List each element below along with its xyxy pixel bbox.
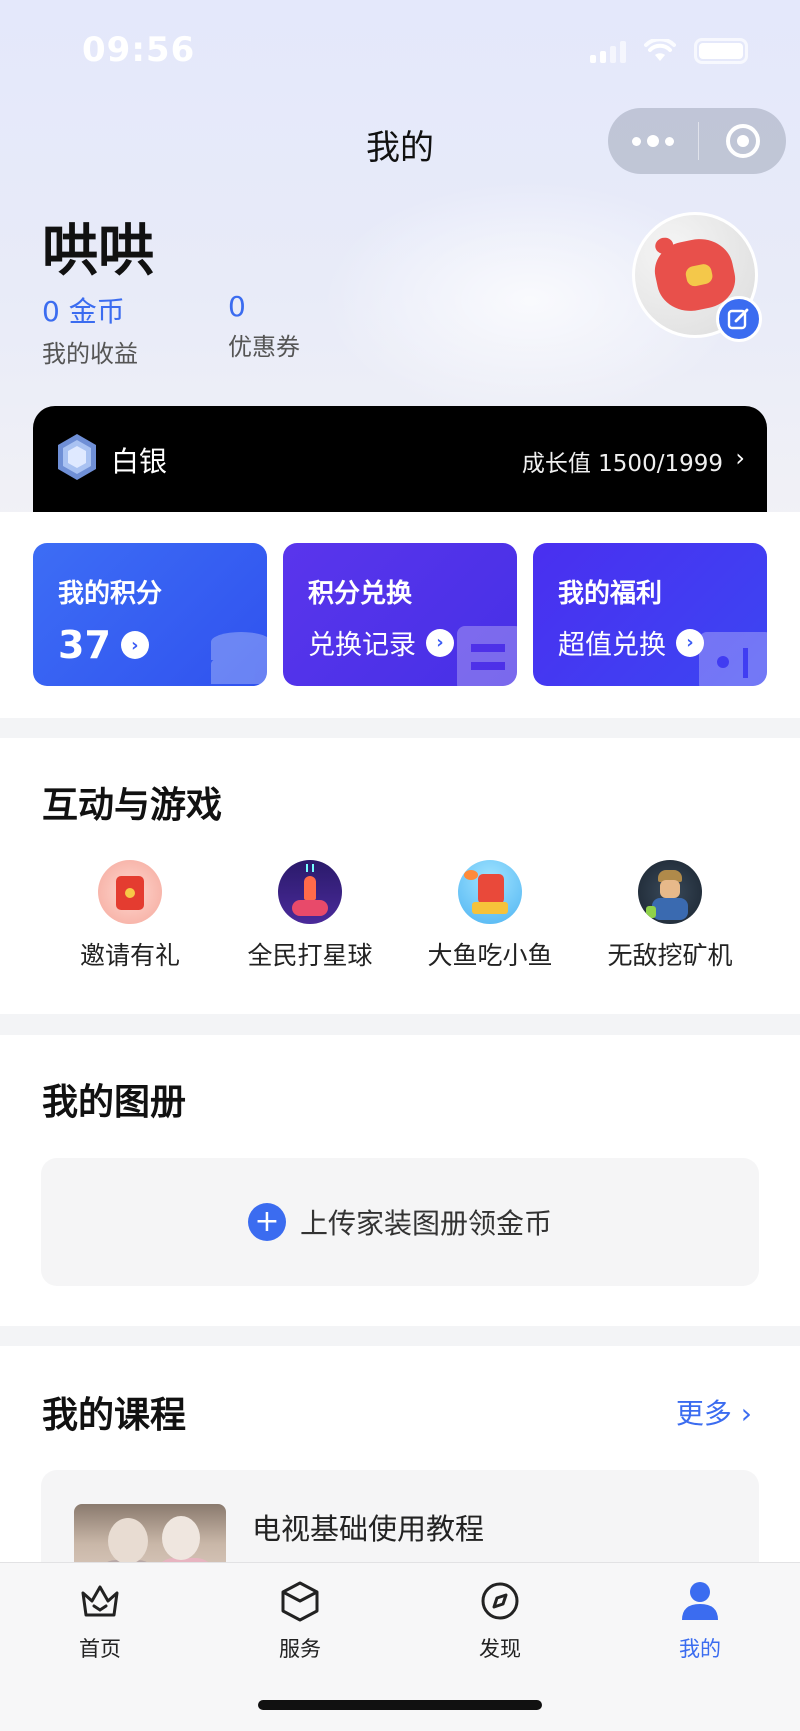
- game-name: 大鱼吃小鱼: [427, 941, 553, 970]
- tab-service[interactable]: 服务: [240, 1577, 360, 1663]
- card-title: 我的福利: [558, 579, 663, 609]
- coupon-icon: [699, 632, 767, 686]
- tab-label: 服务: [279, 1637, 321, 1661]
- chevron-circle-icon: ›: [426, 628, 454, 657]
- chevron-right-icon: ›: [735, 444, 745, 472]
- coupons-stat[interactable]: 0 优惠券: [228, 290, 300, 362]
- upload-label: 上传家装图册领金币: [299, 1207, 552, 1240]
- silver-badge-icon: [58, 434, 96, 480]
- album-section: 我的图册 + 上传家装图册领金币: [0, 1035, 800, 1326]
- earnings-stat[interactable]: 0 金币 我的收益: [42, 290, 138, 369]
- coins-label: 我的收益: [42, 340, 138, 368]
- more-menu-icon[interactable]: [608, 135, 698, 147]
- box-service-icon: [281, 1581, 319, 1622]
- miner-game-icon: [638, 860, 702, 924]
- rocket-game-icon: [278, 860, 342, 924]
- tab-mine[interactable]: 我的: [640, 1577, 760, 1663]
- coin-stack-icon: [211, 632, 267, 684]
- game-item-miner[interactable]: 无敌挖矿机: [580, 860, 760, 972]
- upload-album-button[interactable]: + 上传家装图册领金币: [41, 1158, 759, 1286]
- fish-game-icon: [458, 860, 522, 924]
- status-icons: [590, 38, 748, 64]
- close-target-icon[interactable]: [699, 124, 786, 158]
- home-indicator: [258, 1700, 542, 1710]
- my-points-card[interactable]: 我的积分 37 ›: [33, 543, 267, 686]
- level-name: 白银: [111, 445, 168, 478]
- card-title: 我的积分: [58, 579, 163, 609]
- card-title: 积分兑换: [308, 579, 413, 609]
- game-name: 邀请有礼: [79, 941, 180, 970]
- points-panel: 我的积分 37 › 积分兑换 兑换记录 › 我的福利 超值兑换 ›: [0, 512, 800, 718]
- tab-label: 首页: [79, 1637, 121, 1661]
- membership-level-bar[interactable]: 白银 成长值 1500/1999 ›: [33, 406, 767, 516]
- coupons-label: 优惠券: [228, 333, 300, 361]
- game-item-invite[interactable]: 邀请有礼: [40, 860, 220, 972]
- value-exchange-link: 超值兑换: [558, 630, 666, 661]
- section-title: 我的图册: [42, 1082, 187, 1123]
- avatar-container[interactable]: [632, 212, 762, 342]
- games-section: 互动与游戏 邀请有礼 全民打星球 大鱼吃小鱼 无敌挖矿机: [0, 738, 800, 1014]
- exchange-record-link: 兑换记录: [308, 630, 416, 661]
- chevron-right-icon: ›: [740, 1397, 752, 1430]
- edit-profile-icon[interactable]: [716, 296, 762, 342]
- battery-icon: [694, 38, 748, 64]
- crown-home-icon: [81, 1585, 119, 1617]
- game-item-planet[interactable]: 全民打星球: [220, 860, 400, 972]
- signal-icon: [590, 39, 626, 63]
- mini-program-capsule: [608, 108, 786, 174]
- coupons-value: 0: [228, 290, 246, 323]
- compass-icon: [481, 1582, 519, 1620]
- status-time: 09:56: [82, 30, 196, 70]
- tab-label: 发现: [479, 1637, 521, 1661]
- more-link[interactable]: 更多 ›: [676, 1392, 752, 1432]
- tab-discover[interactable]: 发现: [440, 1577, 560, 1663]
- username: 哄哄: [42, 219, 154, 284]
- user-icon: [682, 1582, 718, 1620]
- chevron-circle-icon: ›: [120, 631, 149, 659]
- section-title: 我的课程: [42, 1395, 187, 1436]
- wifi-icon: [644, 39, 676, 61]
- section-title: 互动与游戏: [42, 785, 223, 826]
- growth-value: 成长值 1500/1999: [521, 451, 723, 477]
- tab-label: 我的: [679, 1637, 721, 1661]
- points-exchange-card[interactable]: 积分兑换 兑换记录 ›: [283, 543, 517, 686]
- tab-home[interactable]: 首页: [40, 1577, 160, 1663]
- coins-value: 0 金币: [42, 295, 125, 328]
- my-benefits-card[interactable]: 我的福利 超值兑换 ›: [533, 543, 767, 686]
- game-name: 全民打星球: [247, 941, 373, 970]
- course-title: 电视基础使用教程: [252, 1512, 485, 1546]
- points-value: 37: [58, 623, 111, 667]
- game-name: 无敌挖矿机: [607, 941, 733, 970]
- red-envelope-icon: [98, 860, 162, 924]
- plus-icon: +: [247, 1203, 286, 1241]
- document-icon: [457, 626, 517, 686]
- game-item-fish[interactable]: 大鱼吃小鱼: [400, 860, 580, 972]
